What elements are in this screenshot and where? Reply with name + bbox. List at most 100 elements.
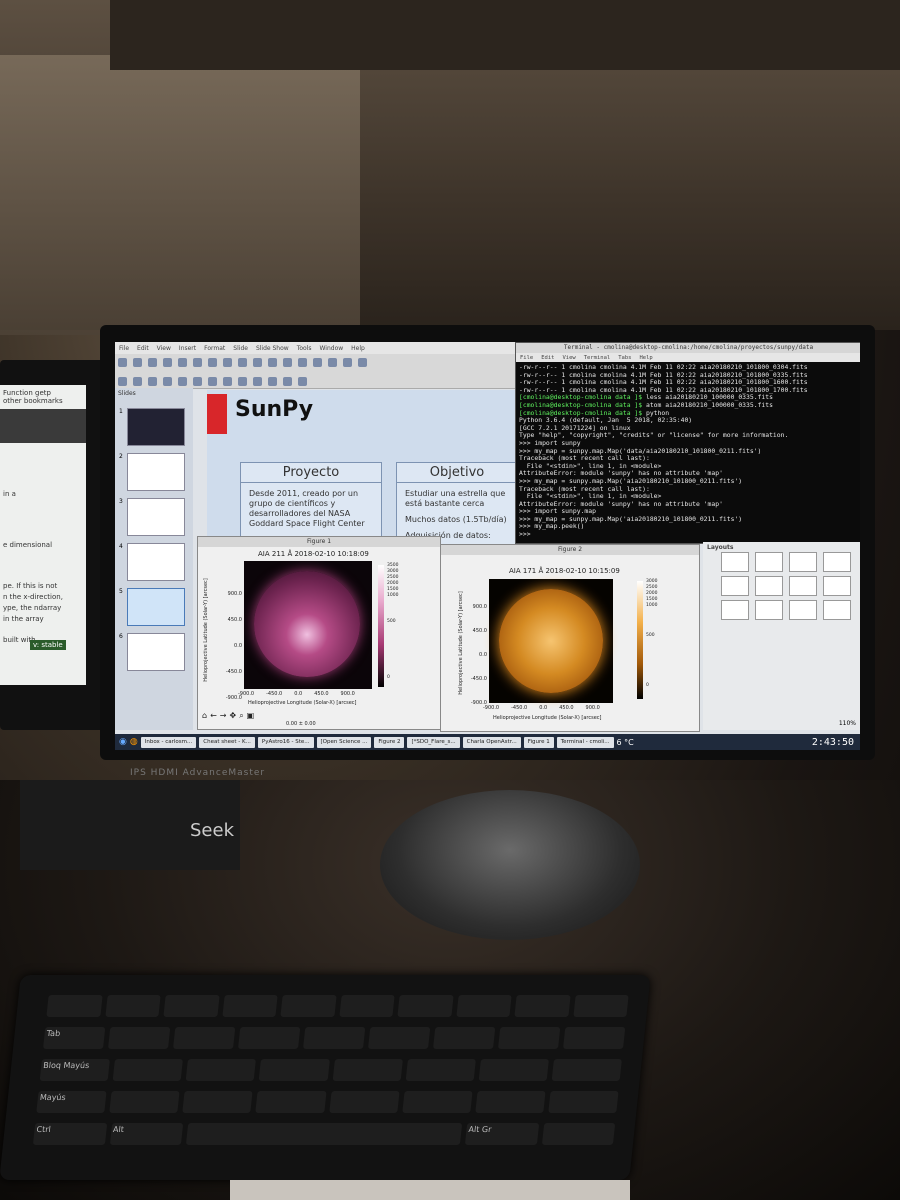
term-menu-terminal[interactable]: Terminal <box>584 355 611 361</box>
version-badge[interactable]: v: stable <box>30 640 66 650</box>
key[interactable] <box>182 1091 253 1113</box>
align-icon[interactable] <box>268 377 277 386</box>
layout-option[interactable] <box>721 576 749 596</box>
arrow-icon[interactable] <box>193 377 202 386</box>
line-icon[interactable] <box>148 377 157 386</box>
print-icon[interactable] <box>178 358 187 367</box>
key[interactable] <box>302 1027 366 1049</box>
key-space[interactable] <box>185 1123 463 1145</box>
key-alt[interactable]: Alt <box>109 1123 184 1145</box>
key[interactable] <box>237 1027 301 1049</box>
menu-slide-show[interactable]: Slide Show <box>256 345 289 352</box>
key[interactable] <box>497 1027 561 1049</box>
key[interactable] <box>280 995 337 1017</box>
key[interactable] <box>332 1059 403 1081</box>
key[interactable] <box>432 1027 496 1049</box>
task-figure-2[interactable]: Figure 2 <box>374 736 405 748</box>
home-icon[interactable]: ⌂ <box>202 711 207 721</box>
star-icon[interactable] <box>238 377 247 386</box>
task-charla[interactable]: Charla OpenAstr... <box>462 736 521 748</box>
key[interactable] <box>551 1059 622 1081</box>
curve-icon[interactable] <box>208 377 217 386</box>
term-menu-help[interactable]: Help <box>640 355 653 361</box>
key-tab[interactable]: Tab <box>42 1027 106 1049</box>
export-icon[interactable] <box>163 358 172 367</box>
term-menu-tabs[interactable]: Tabs <box>618 355 631 361</box>
shadow-icon[interactable] <box>298 377 307 386</box>
key[interactable] <box>397 995 454 1017</box>
key-shift[interactable]: Mayús <box>36 1091 107 1113</box>
rotate-icon[interactable] <box>253 377 262 386</box>
task-open-science[interactable]: [Open Science ... <box>316 736 372 748</box>
layout-option[interactable] <box>755 576 783 596</box>
menu-help[interactable]: Help <box>351 345 365 352</box>
figure-2-window[interactable]: Figure 2 AIA 171 Å 2018-02-10 10:15:09 H… <box>440 544 700 732</box>
key[interactable] <box>172 1027 236 1049</box>
image-icon[interactable] <box>313 358 322 367</box>
layout-option[interactable] <box>823 576 851 596</box>
start-menu-icon[interactable]: ◉ <box>119 737 127 747</box>
terminal-output[interactable]: -rw-r--r-- 1 cmolina cmolina 4.1M Feb 11… <box>516 362 860 541</box>
key-alt-gr[interactable]: Alt Gr <box>464 1123 539 1145</box>
open-icon[interactable] <box>133 358 142 367</box>
figure-1-window[interactable]: Figure 1 AIA 211 Å 2018-02-10 10:18:09 H… <box>197 536 441 730</box>
key[interactable] <box>478 1059 549 1081</box>
term-menu-view[interactable]: View <box>563 355 576 361</box>
undo-icon[interactable] <box>238 358 247 367</box>
menu-slide[interactable]: Slide <box>233 345 248 352</box>
shapes-icon[interactable] <box>223 377 232 386</box>
slide-thumb-2[interactable] <box>127 453 185 491</box>
weather-temp[interactable]: 6 °C <box>617 738 634 747</box>
term-menu-file[interactable]: File <box>520 355 533 361</box>
save-figure-icon[interactable]: ▣ <box>247 711 255 721</box>
key[interactable] <box>104 995 161 1017</box>
layout-option[interactable] <box>823 600 851 620</box>
menu-window[interactable]: Window <box>319 345 343 352</box>
key[interactable] <box>112 1059 184 1081</box>
key-caps-lock[interactable]: Bloq Mayús <box>39 1059 111 1081</box>
slide-thumb-5[interactable] <box>127 588 185 626</box>
key-ctrl[interactable]: Ctrl <box>32 1123 107 1145</box>
pan-icon[interactable]: ✥ <box>229 711 236 721</box>
key[interactable] <box>514 995 571 1017</box>
arrange-icon[interactable] <box>283 377 292 386</box>
menu-tools[interactable]: Tools <box>297 345 312 352</box>
term-menu-edit[interactable]: Edit <box>541 355 554 361</box>
key[interactable] <box>367 1027 431 1049</box>
rectangle-icon[interactable] <box>163 377 172 386</box>
clock-time[interactable]: 2:43:50 <box>812 737 854 748</box>
copy-icon[interactable] <box>208 358 217 367</box>
spellcheck-icon[interactable] <box>283 358 292 367</box>
zoom-icon[interactable] <box>133 377 142 386</box>
task-pyastro[interactable]: PyAstro16 - Ste... <box>257 736 314 748</box>
key[interactable] <box>221 995 278 1017</box>
layout-option[interactable] <box>755 600 783 620</box>
new-icon[interactable] <box>118 358 127 367</box>
find-icon[interactable] <box>268 358 277 367</box>
key[interactable] <box>541 1123 616 1145</box>
terminal-window[interactable]: Terminal - cmolina@desktop-cmolina:/home… <box>515 342 860 544</box>
menu-insert[interactable]: Insert <box>179 345 196 352</box>
key[interactable] <box>572 995 629 1017</box>
back-icon[interactable]: ← <box>210 711 217 721</box>
key[interactable] <box>109 1091 180 1113</box>
save-icon[interactable] <box>148 358 157 367</box>
layout-option[interactable] <box>721 552 749 572</box>
layout-option[interactable] <box>789 600 817 620</box>
menu-view[interactable]: View <box>157 345 171 352</box>
key[interactable] <box>548 1091 619 1113</box>
slide-thumb-4[interactable] <box>127 543 185 581</box>
layout-option[interactable] <box>789 576 817 596</box>
task-figure-1[interactable]: Figure 1 <box>523 736 554 748</box>
key[interactable] <box>455 995 512 1017</box>
task-cheat-sheet[interactable]: Cheat sheet - K... <box>199 736 255 748</box>
textbox-icon[interactable] <box>343 358 352 367</box>
key[interactable] <box>107 1027 171 1049</box>
key[interactable] <box>259 1059 330 1081</box>
menu-file[interactable]: File <box>119 345 129 352</box>
slide-thumb-1[interactable] <box>127 408 185 446</box>
key[interactable] <box>562 1027 626 1049</box>
layout-option[interactable] <box>721 600 749 620</box>
redo-icon[interactable] <box>253 358 262 367</box>
task-inbox[interactable]: Inbox - carlosm... <box>140 736 197 748</box>
